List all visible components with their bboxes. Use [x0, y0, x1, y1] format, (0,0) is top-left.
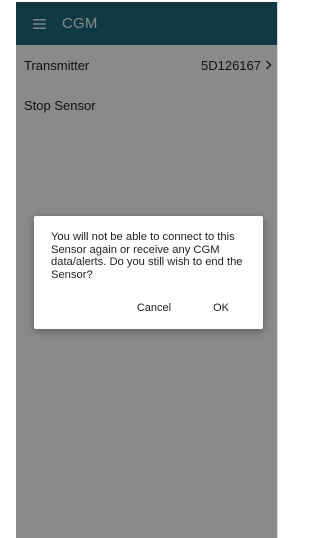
- phone-screen: CGM Transmitter 5D126167 Stop Sensor You…: [16, 2, 278, 538]
- ok-button[interactable]: OK: [213, 302, 229, 314]
- dialog-message: You will not be able to connect to this …: [51, 231, 243, 281]
- cancel-button[interactable]: Cancel: [137, 302, 171, 314]
- dialog-actions: Cancel OK: [137, 300, 263, 316]
- stop-sensor-dialog: You will not be able to connect to this …: [34, 216, 263, 329]
